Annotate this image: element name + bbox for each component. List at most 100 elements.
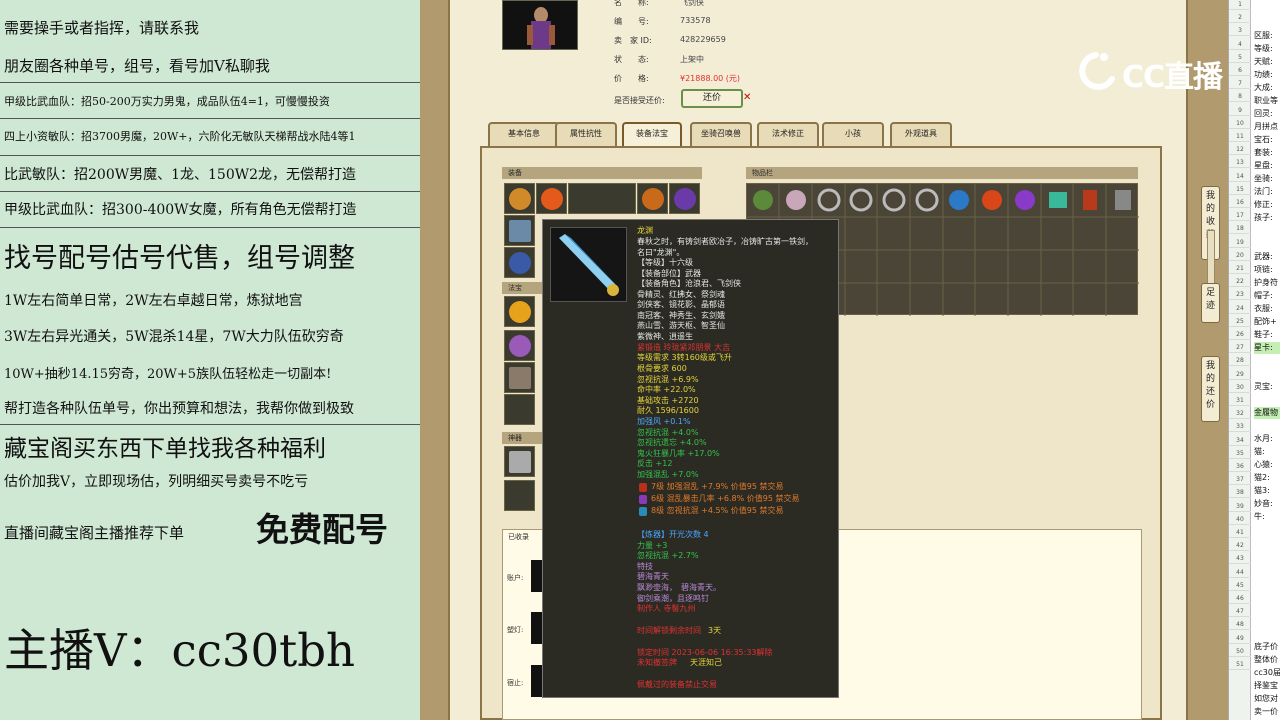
sheet-cell[interactable]: 灵宝: xyxy=(1254,381,1280,393)
sheet-cell[interactable] xyxy=(1254,238,1280,250)
footprint-button[interactable]: 足迹 xyxy=(1201,283,1220,323)
row-number: 30 xyxy=(1229,383,1251,393)
tab-mounts-pets[interactable]: 坐骑召唤兽 xyxy=(690,122,752,146)
row-number: 16 xyxy=(1229,198,1251,208)
row-number: 7 xyxy=(1229,79,1251,90)
treasure-slot[interactable] xyxy=(504,296,535,327)
equip-slot[interactable] xyxy=(568,183,636,214)
sheet-cell[interactable]: 大成: xyxy=(1254,82,1280,94)
sheet-cell[interactable] xyxy=(1254,225,1280,237)
sheet-cell[interactable]: 整体价 xyxy=(1254,654,1280,666)
equip-slot[interactable] xyxy=(504,247,535,278)
sheet-cell[interactable]: 区服: xyxy=(1254,30,1280,42)
item-tooltip: 龙渊 春秋之时，有铸剑者欧冶子，冶铸旷古第一铁剑， 名曰"龙渊"。 【等级】十六… xyxy=(542,219,839,698)
tab-appearance[interactable]: 外观道具 xyxy=(890,122,952,146)
sheet-cell[interactable] xyxy=(1254,628,1280,640)
row-number: 6 xyxy=(1229,66,1251,76)
sheet-cell[interactable]: 宝石: xyxy=(1254,134,1280,146)
tab-spell-correction[interactable]: 法术修正 xyxy=(757,122,819,146)
row-number: 13 xyxy=(1229,158,1251,169)
row-number: 34 xyxy=(1229,436,1251,446)
bargain-button[interactable]: 还价 xyxy=(681,89,743,108)
row-number: 38 xyxy=(1229,488,1251,499)
sheet-cell[interactable] xyxy=(1254,524,1280,536)
sheet-cell[interactable]: 猫3: xyxy=(1254,485,1280,497)
sheet-cell[interactable]: 武器: xyxy=(1254,251,1280,263)
tooltip-refine-stat: 力量 +3 xyxy=(637,541,668,550)
equip-slot[interactable] xyxy=(536,183,567,214)
sheet-cell[interactable]: 牛: xyxy=(1254,511,1280,523)
promo-divider xyxy=(0,227,420,228)
sheet-cell[interactable]: 等级: xyxy=(1254,43,1280,55)
tab-equipment[interactable]: 装备法宝 xyxy=(622,122,682,146)
sheet-cell[interactable]: 鞋子: xyxy=(1254,329,1280,341)
sheet-cell[interactable]: 孩子: xyxy=(1254,212,1280,224)
sheet-cell[interactable]: 坐骑: xyxy=(1254,173,1280,185)
sheet-cell[interactable]: 月拼点 xyxy=(1254,121,1280,133)
treasure-slot[interactable] xyxy=(504,330,535,361)
row-number: 41 xyxy=(1229,528,1251,538)
sheet-cell[interactable]: 配饰+ xyxy=(1254,316,1280,328)
sheet-cell[interactable]: 修正: xyxy=(1254,199,1280,211)
sheet-cell[interactable]: 卖一价 xyxy=(1254,706,1280,718)
info-value-seller: 428229659 xyxy=(680,35,726,44)
tab-attributes[interactable]: 属性抗性 xyxy=(555,122,617,146)
close-icon[interactable]: ✕ xyxy=(743,92,751,103)
cc-live-text: CC直播 xyxy=(1122,60,1223,95)
sheet-cell[interactable]: 星卡: xyxy=(1254,342,1280,354)
sheet-cell[interactable]: 天赋: xyxy=(1254,56,1280,68)
sheet-cell[interactable]: 功绩: xyxy=(1254,69,1280,81)
sheet-cell[interactable]: 帽子: xyxy=(1254,290,1280,302)
sheet-cell[interactable]: 回灵: xyxy=(1254,108,1280,120)
sheet-cell[interactable]: 如您对 xyxy=(1254,693,1280,705)
tab-basic-info[interactable]: 基本信息 xyxy=(488,122,560,146)
sheet-cell[interactable]: 猫: xyxy=(1254,446,1280,458)
promo-line: 10W+抽秒14.15穷奇，20W+5族队伍轻松走一切副本! xyxy=(4,367,332,382)
sheet-cell[interactable]: 项链: xyxy=(1254,264,1280,276)
sheet-cell[interactable]: 心猿: xyxy=(1254,459,1280,471)
sheet-cell[interactable] xyxy=(1254,368,1280,380)
appearance-slot[interactable] xyxy=(504,446,535,477)
tab-children[interactable]: 小孩 xyxy=(822,122,884,146)
sheet-cell[interactable] xyxy=(1254,355,1280,367)
sheet-cell[interactable] xyxy=(1254,615,1280,627)
row-number-column: 1 2 3 4 5 6 7 8 9 10 11 12 13 14 15 16 17 18 19 20 21 22 23 24 2… xyxy=(1229,0,1251,720)
sheet-cell[interactable] xyxy=(1254,550,1280,562)
sheet-cell[interactable]: 妙音: xyxy=(1254,498,1280,510)
sheet-cell[interactable]: 择鉴宝 xyxy=(1254,680,1280,692)
sheet-cell[interactable]: cc30届 xyxy=(1254,667,1280,679)
treasure-slot[interactable] xyxy=(504,394,535,425)
sheet-cell[interactable]: 星盘: xyxy=(1254,160,1280,172)
sheet-cell[interactable]: 法门: xyxy=(1254,186,1280,198)
sheet-cell[interactable] xyxy=(1254,420,1280,432)
sheet-cell[interactable] xyxy=(1254,602,1280,614)
info-label-price: 价 格: xyxy=(614,74,649,83)
sheet-cell[interactable]: 猫2: xyxy=(1254,472,1280,484)
row-number: 3 xyxy=(1229,26,1251,37)
sheet-cell[interactable]: 职业等 xyxy=(1254,95,1280,107)
sheet-cell[interactable] xyxy=(1254,576,1280,588)
sheet-cell[interactable]: 水月: xyxy=(1254,433,1280,445)
equip-slot[interactable] xyxy=(637,183,668,214)
sheet-cell[interactable]: 金履物 xyxy=(1254,407,1280,419)
equip-slot[interactable] xyxy=(504,183,535,214)
treasure-slot[interactable] xyxy=(504,362,535,393)
sheet-cell[interactable] xyxy=(1254,589,1280,601)
sword-icon xyxy=(559,234,619,296)
sheet-cell[interactable]: 衣服: xyxy=(1254,303,1280,315)
promo-line: 甲级比武血队：招300-400W女魔，所有角色无偿帮打造 xyxy=(4,202,357,218)
sheet-cell[interactable] xyxy=(1254,563,1280,575)
box-icon xyxy=(509,367,531,389)
equip-slot[interactable] xyxy=(669,183,700,214)
tooltip-roles: 骨精灵、红拂女、祭剑魂 xyxy=(637,290,725,299)
sheet-cell[interactable]: 护身符 xyxy=(1254,277,1280,289)
row-number: 27 xyxy=(1229,343,1251,354)
sheet-cell[interactable] xyxy=(1254,394,1280,406)
sheet-cell[interactable]: 套装: xyxy=(1254,147,1280,159)
appearance-slot[interactable] xyxy=(504,480,535,511)
sheet-cell[interactable] xyxy=(1254,537,1280,549)
my-bargains-button[interactable]: 我的还价 xyxy=(1201,356,1220,422)
equip-slot-weapon[interactable] xyxy=(504,215,535,246)
sheet-cell[interactable]: 底子价 xyxy=(1254,641,1280,653)
promo-divider xyxy=(0,118,420,119)
